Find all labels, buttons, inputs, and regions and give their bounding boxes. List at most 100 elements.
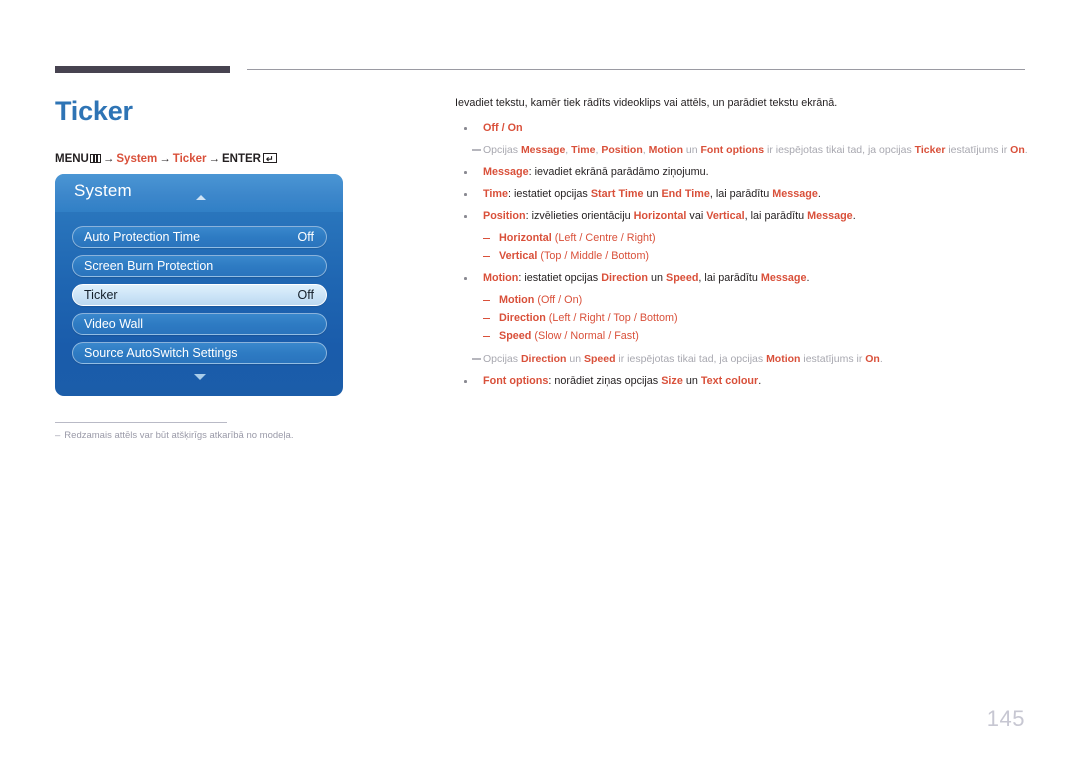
note1-time: Time (571, 144, 596, 156)
note2-end: iestatījums ir (800, 353, 866, 365)
bullet-font-options-t2: un (682, 375, 701, 387)
bullet-position-t4: . (852, 210, 856, 222)
sub-vertical-key: Vertical (499, 250, 538, 262)
bullet-font-options-t1: : norādiet ziņas opcijas (548, 375, 662, 387)
bullet-position-horizontal: Horizontal (633, 210, 687, 222)
sub-direction-key: Direction (499, 312, 546, 324)
note2-motion: Motion (766, 353, 801, 365)
bullet-motion-t3: , lai parādītu (698, 272, 761, 284)
osd-row-label: Ticker (84, 288, 118, 302)
breadcrumb-enter-label: ENTER (221, 153, 261, 165)
bullet-position-vertical: Vertical (706, 210, 745, 222)
bullet-time-t3: , lai parādītu (709, 188, 773, 200)
sub-motion-key: Motion (499, 294, 535, 306)
bullet-motion-t4: . (806, 272, 810, 284)
bullet-position: Position: izvēlieties orientāciju Horizo… (455, 209, 1030, 224)
footnote-text: Redzamais attēls var būt atšķirīgs atkar… (64, 430, 294, 441)
page-title: Ticker (55, 96, 133, 126)
bullet-font-options-key: Font options (483, 375, 549, 387)
sub-vertical-options: (Top / Middle / Bottom) (537, 250, 650, 262)
note1-on: On (1010, 144, 1025, 156)
sub-horizontal-key: Horizontal (499, 232, 552, 244)
bullet-position-t2: vai (686, 210, 707, 222)
bullet-motion-message: Message (760, 272, 807, 284)
note-motion-dependency: Opcijas Direction un Speed ir iespējotas… (455, 352, 1030, 367)
bullet-position-t1: : izvēlieties orientāciju (525, 210, 634, 222)
bullet-motion-t2: un (648, 272, 667, 284)
sub-motion: Motion (Off / On) (455, 293, 1030, 308)
osd-header: System (55, 174, 343, 212)
note1-font-options: Font options (700, 144, 765, 156)
bullet-time-t1: : iestatiet opcijas (508, 188, 591, 200)
manual-page: Ticker MENU → System → Ticker → ENTER ↵ System … (0, 0, 1080, 763)
bullet-font-options: Font options: norādiet ziņas opcijas Siz… (455, 374, 1030, 389)
bullet-position-t3: , lai parādītu (744, 210, 808, 222)
note2-speed: Speed (583, 353, 616, 365)
note1-dot: . (1024, 144, 1028, 156)
enter-key-glyph: ↵ (265, 154, 274, 164)
osd-row-ticker[interactable]: Ticker Off (72, 284, 327, 306)
breadcrumb-arrow-2: → (159, 153, 171, 165)
sub-speed: Speed (Slow / Normal / Fast) (455, 329, 1030, 344)
osd-row-source-autoswitch-settings[interactable]: Source AutoSwitch Settings (72, 342, 327, 364)
note1-end: iestatījums ir (945, 144, 1011, 156)
bullet-time-t4: . (817, 188, 821, 200)
page-number: 145 (986, 706, 1025, 731)
bullet-time-t2: un (643, 188, 662, 200)
header-accent-bar (55, 66, 230, 73)
menu-grid-icon (89, 154, 101, 163)
sub-speed-options: (Slow / Normal / Fast) (531, 330, 639, 342)
enter-key-icon: ↵ (262, 153, 277, 164)
osd-row-auto-protection-time[interactable]: Auto Protection Time Off (72, 226, 327, 248)
osd-row-video-wall[interactable]: Video Wall (72, 313, 327, 335)
sub-motion-options: (Off / On) (534, 294, 583, 306)
bullet-time-start-time: Start Time (590, 188, 644, 200)
bullet-font-options-text-colour: Text colour (700, 375, 759, 387)
bullet-message-key: Message (483, 166, 529, 178)
sub-vertical: Vertical (Top / Middle / Bottom) (455, 249, 1030, 264)
bullet-time-message: Message (772, 188, 818, 200)
bullet-motion-t1: : iestatiet opcijas (518, 272, 602, 284)
note-ticker-dependency: Opcijas Message, Time, Position, Motion … (455, 143, 1030, 158)
note2-un: un (566, 353, 584, 365)
bullet-motion-direction: Direction (601, 272, 648, 284)
bullet-motion: Motion: iestatiet opcijas Direction un S… (455, 271, 1030, 286)
chevron-down-icon[interactable] (194, 374, 206, 380)
bullet-time-end-time: End Time (661, 188, 710, 200)
osd-row-screen-burn-protection[interactable]: Screen Burn Protection (72, 255, 327, 277)
bullet-position-message: Message (807, 210, 853, 222)
osd-row-label: Screen Burn Protection (84, 259, 214, 273)
osd-row-label: Source AutoSwitch Settings (84, 346, 238, 360)
sub-horizontal-options: (Left / Centre / Right) (551, 232, 656, 244)
note1-p1: Opcijas (483, 144, 521, 156)
osd-row-value: Off (297, 230, 314, 244)
bullet-off-on-label: Off / On (483, 122, 523, 134)
bullet-off-on: Off / On (455, 121, 1030, 136)
chevron-up-icon[interactable] (196, 195, 206, 200)
bullet-message: Message: ievadiet ekrānā parādāmo ziņoju… (455, 165, 1030, 180)
sub-speed-key: Speed (499, 330, 532, 342)
intro-paragraph: Ievadiet tekstu, kamēr tiek rādīts video… (455, 97, 838, 109)
osd-row-value: Off (297, 288, 314, 302)
note1-mid: ir iespējotas tikai tad, ja opcijas (764, 144, 915, 156)
bullet-time-key: Time (483, 188, 509, 200)
note1-message: Message (520, 144, 566, 156)
note2-on: On (865, 353, 880, 365)
footnote: – Redzamais attēls var būt atšķirīgs atka… (55, 430, 293, 441)
note1-ticker: Ticker (914, 144, 946, 156)
note1-un: un (682, 144, 701, 156)
bullet-position-key: Position (483, 210, 526, 222)
note2-direction: Direction (520, 353, 567, 365)
note2-dot: . (879, 353, 883, 365)
sub-direction-options: (Left / Right / Top / Bottom) (545, 312, 678, 324)
note2-mid: ir iespējotas tikai tad, ja opcijas (615, 353, 767, 365)
sub-horizontal: Horizontal (Left / Centre / Right) (455, 231, 1030, 246)
breadcrumb-step-system: System (116, 153, 158, 165)
header-rule-line (247, 69, 1025, 70)
description-column: Ievadiet tekstu, kamēr tiek rādīts video… (455, 96, 1030, 396)
breadcrumb-step-ticker: Ticker (172, 153, 207, 165)
breadcrumb-arrow-3: → (208, 153, 220, 165)
breadcrumb: MENU → System → Ticker → ENTER ↵ (55, 152, 277, 166)
note2-p1: Opcijas (483, 353, 521, 365)
sub-direction: Direction (Left / Right / Top / Bottom) (455, 311, 1030, 326)
